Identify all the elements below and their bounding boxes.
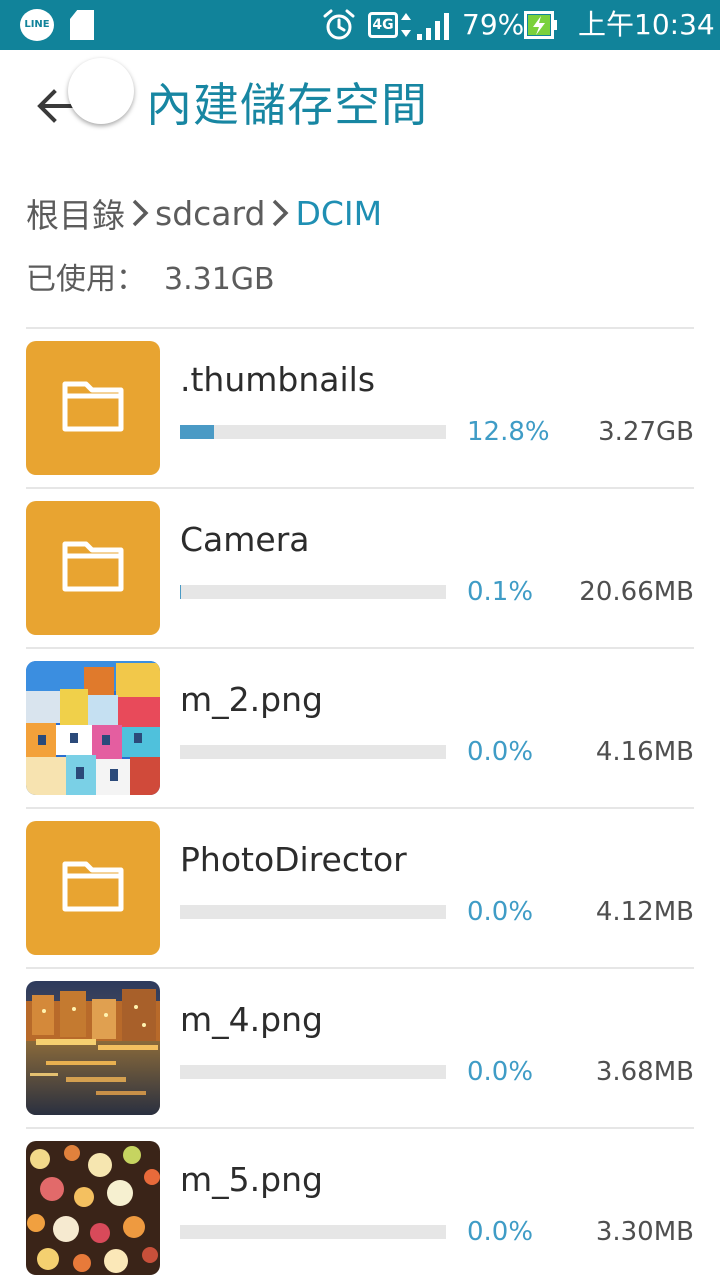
item-size: 3.27GB [598, 417, 694, 447]
item-size: 3.30MB [595, 1217, 694, 1247]
folder-icon [62, 861, 124, 912]
battery-charging-icon [524, 11, 557, 39]
network-4g-icon: 4G [368, 12, 398, 38]
folder-icon [62, 381, 124, 432]
list-item[interactable]: Camera 0.1% 20.66MB [0, 488, 720, 648]
item-size: 20.66MB [579, 577, 694, 607]
colorful-houses-image [26, 661, 160, 795]
usage-bar [180, 1225, 446, 1239]
item-name: PhotoDirector [180, 840, 407, 879]
breadcrumb-root[interactable]: 根目錄 [26, 189, 125, 237]
folder-thumbnail [26, 821, 160, 955]
image-thumbnail [26, 1141, 160, 1275]
item-size: 4.12MB [595, 897, 694, 927]
page-title: 內建儲存空間 [146, 78, 428, 132]
usage-bar [180, 425, 446, 439]
chevron-right-icon [273, 199, 289, 227]
usage-percent: 0.0% [467, 1217, 534, 1247]
usage-percent: 0.0% [467, 1057, 534, 1087]
item-name: m_5.png [180, 1160, 323, 1199]
storage-used-value: 3.31GB [164, 262, 275, 297]
string-lights-image [26, 1141, 160, 1275]
item-name: m_2.png [180, 680, 323, 719]
item-size: 3.68MB [595, 1057, 694, 1087]
canal-night-image [26, 981, 160, 1115]
line-icon-label: LINE [24, 19, 50, 30]
data-activity-icon [401, 13, 411, 37]
breadcrumb-sdcard[interactable]: sdcard [155, 194, 265, 233]
list-item[interactable]: .thumbnails 12.8% 3.27GB [0, 328, 720, 488]
list-item[interactable]: m_2.png 0.0% 4.16MB [0, 648, 720, 808]
usage-bar [180, 745, 446, 759]
storage-used-label: 已使用： [26, 262, 146, 297]
storage-used: 已使用： 3.31GB [26, 258, 275, 302]
usage-percent: 0.0% [467, 737, 534, 767]
clock: 上午10:34 [578, 8, 715, 41]
item-name: m_4.png [180, 1000, 323, 1039]
usage-bar-fill [180, 425, 215, 439]
battery-percent: 79% [462, 8, 525, 41]
usage-percent: 0.0% [467, 897, 534, 927]
breadcrumb: 根目錄 sdcard DCIM [26, 188, 382, 238]
signal-icon [417, 13, 449, 40]
status-bar: LINE 4G 79% 上午10:34 [0, 0, 720, 50]
breadcrumb-current: DCIM [295, 193, 383, 233]
usage-bar [180, 905, 446, 919]
folder-thumbnail [26, 501, 160, 635]
list-item[interactable]: m_5.png 0.0% 3.30MB [0, 1128, 720, 1280]
image-thumbnail [26, 661, 160, 795]
list-item[interactable]: m_4.png 0.0% 3.68MB [0, 968, 720, 1128]
item-name: .thumbnails [180, 360, 376, 399]
list-item[interactable]: PhotoDirector 0.0% 4.12MB [0, 808, 720, 968]
item-name: Camera [180, 520, 310, 559]
item-size: 4.16MB [595, 737, 694, 767]
folder-thumbnail [26, 341, 160, 475]
folder-icon [62, 541, 124, 592]
alarm-icon [323, 9, 355, 40]
usage-bar [180, 585, 446, 599]
chevron-right-icon [132, 199, 149, 227]
image-thumbnail [26, 981, 160, 1115]
line-icon: LINE [20, 9, 54, 41]
usage-bar [180, 1065, 446, 1079]
usage-percent: 0.1% [467, 577, 534, 607]
loading-spinner [68, 58, 134, 124]
usage-percent: 12.8% [467, 417, 550, 447]
sd-card-icon [70, 10, 94, 40]
